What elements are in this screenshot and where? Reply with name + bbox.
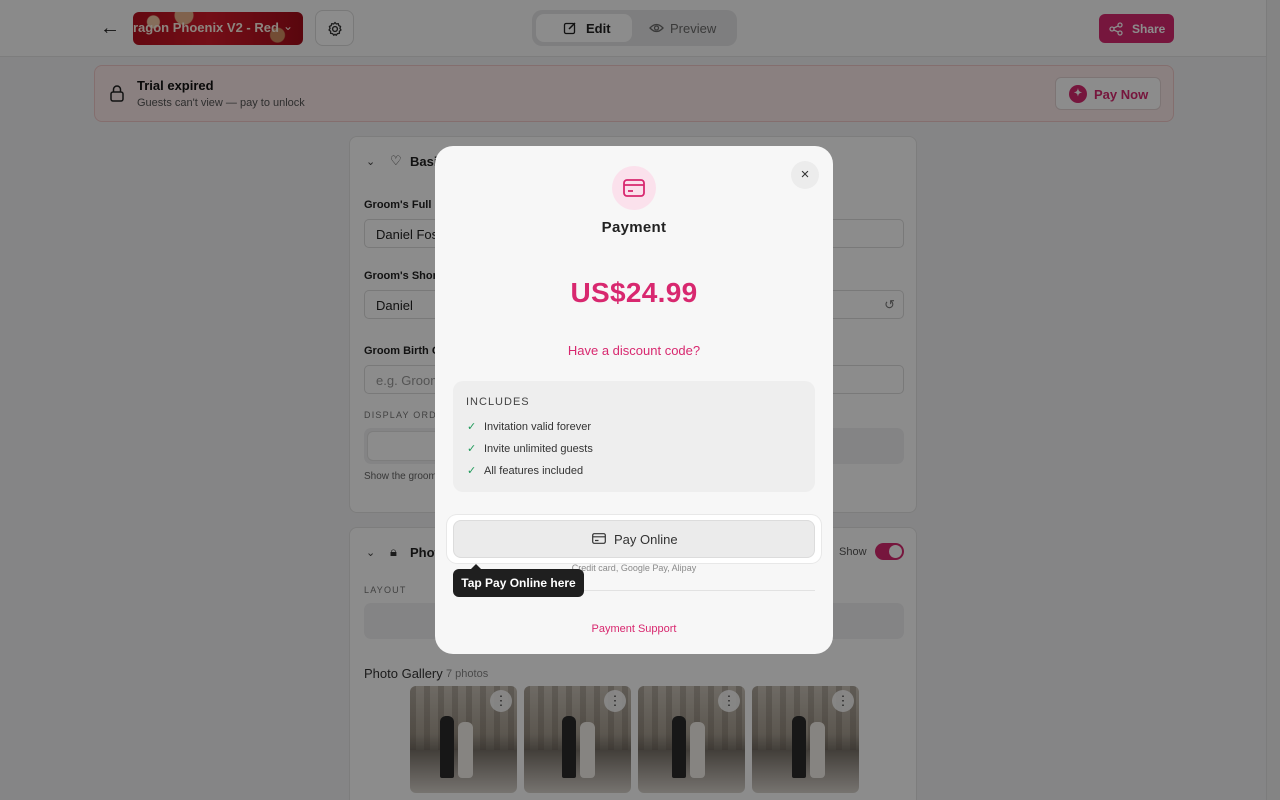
pay-online-tooltip: Tap Pay Online here xyxy=(453,564,584,597)
close-icon[interactable]: × xyxy=(791,161,819,189)
include-item-label: All features included xyxy=(484,465,584,477)
modal-title: Payment xyxy=(601,219,667,236)
check-icon: ✓ xyxy=(467,443,477,455)
include-item-label: Invitation valid forever xyxy=(484,421,591,433)
check-icon: ✓ xyxy=(467,421,477,433)
pay-online-button[interactable]: Pay Online xyxy=(453,520,815,558)
price: US$24.99 xyxy=(570,277,698,308)
includes-heading: INCLUDES xyxy=(466,396,530,408)
check-icon: ✓ xyxy=(467,465,477,477)
credit-card-icon xyxy=(612,166,656,210)
pay-online-label: Pay Online xyxy=(614,532,678,547)
credit-card-icon xyxy=(592,533,606,544)
discount-code-link[interactable]: Have a discount code? xyxy=(435,343,833,358)
include-item-label: Invite unlimited guests xyxy=(484,443,593,455)
include-item: ✓ Invite unlimited guests xyxy=(467,442,593,455)
includes-box: INCLUDES ✓ Invitation valid forever ✓ Invi… xyxy=(453,381,815,492)
include-item: ✓ All features included xyxy=(467,464,583,477)
include-item: ✓ Invitation valid forever xyxy=(467,420,591,433)
payment-support-link[interactable]: Payment Support xyxy=(435,623,833,635)
